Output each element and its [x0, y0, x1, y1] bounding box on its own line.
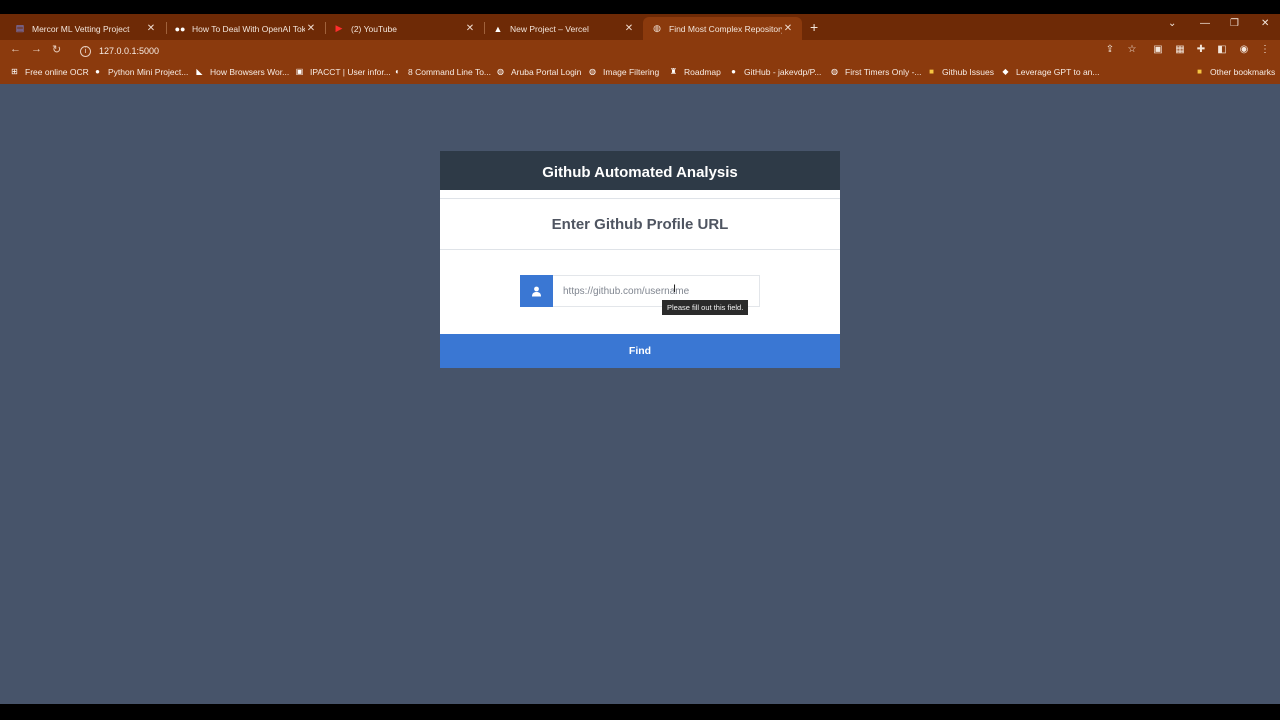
vercel-icon: ▲	[493, 23, 503, 34]
new-tab-button[interactable]: +	[810, 19, 818, 35]
globe-icon: ◍	[831, 67, 838, 76]
bookmark-label: Free online OCR	[25, 66, 89, 77]
close-icon[interactable]: ✕	[782, 23, 794, 34]
info-icon[interactable]: i	[80, 45, 91, 57]
bookmark-label: Python Mini Project...	[108, 66, 189, 77]
validation-tooltip: Please fill out this field.	[662, 300, 749, 315]
form-heading: Enter Github Profile URL	[440, 198, 840, 250]
bookmark-icon: ◆	[1002, 67, 1009, 76]
bookmark-label: IPACCT | User infor...	[310, 66, 391, 77]
bookmark-label: Aruba Portal Login	[511, 66, 582, 77]
tab-strip: ▤ Mercor ML Vetting Project ✕ ●● How To …	[0, 14, 1280, 40]
grid-icon: ⊞	[11, 67, 18, 76]
bookmark-label: Roadmap	[684, 66, 721, 77]
bookmark-icon: ◐	[395, 67, 400, 76]
puzzle-icon[interactable]: ✚	[1195, 44, 1207, 56]
tab-search-icon[interactable]: ⌄	[1168, 18, 1176, 29]
screen: ▤ Mercor ML Vetting Project ✕ ●● How To …	[0, 14, 1280, 704]
minimize-icon[interactable]: —	[1200, 18, 1210, 29]
github-icon: ●	[95, 67, 100, 76]
share-icon[interactable]: ⇪	[1104, 44, 1116, 56]
close-icon[interactable]: ✕	[464, 23, 476, 34]
bookmark-icon: ♜	[669, 67, 678, 76]
sheets-icon: ▤	[15, 23, 25, 33]
bookmark-item[interactable]: ▣ IPACCT | User infor...	[294, 66, 391, 77]
bookmark-icon: ▣	[295, 67, 304, 76]
user-icon	[520, 275, 553, 307]
bookmark-label: GitHub - jakevdp/P...	[744, 66, 822, 77]
tab-label: Mercor ML Vetting Project	[32, 23, 130, 34]
bookmark-label: Github Issues	[942, 66, 994, 77]
bookmark-item[interactable]: ◍ Aruba Portal Login	[495, 66, 581, 77]
close-icon[interactable]: ✕	[623, 23, 635, 34]
tab-label: (2) YouTube	[351, 23, 397, 34]
tab-mercor[interactable]: ▤ Mercor ML Vetting Project ✕	[6, 17, 165, 40]
close-icon[interactable]: ✕	[305, 23, 317, 34]
bookmark-label: Image Filtering	[603, 66, 660, 77]
medium-icon: ●●	[174, 23, 186, 34]
forward-icon[interactable]: →	[31, 43, 42, 55]
other-bookmarks[interactable]: ■ Other bookmarks	[1194, 66, 1275, 77]
avatar[interactable]: ◉	[1238, 44, 1250, 56]
bookmark-item[interactable]: ⊞ Free online OCR	[9, 66, 89, 77]
tab-find-repository[interactable]: ◍ Find Most Complex Repository ✕	[643, 17, 802, 40]
extension-icon[interactable]: ▦	[1174, 44, 1186, 56]
tab-label: New Project – Vercel	[510, 23, 589, 34]
restore-icon[interactable]: ❐	[1230, 18, 1239, 29]
back-icon[interactable]: ←	[10, 43, 21, 55]
globe-icon: ◍	[589, 67, 596, 76]
analysis-card: Github Automated Analysis Enter Github P…	[440, 151, 840, 368]
find-button[interactable]: Find	[440, 334, 840, 368]
bookmark-item[interactable]: ◣ How Browsers Wor...	[194, 66, 289, 77]
youtube-icon: ▶	[335, 23, 343, 33]
browser-toolbar: ← → ↻ i 127.0.0.1:5000 ⇪ ☆ ▣ ▦ ✚ ◧ ◉ ⋮	[0, 40, 1280, 62]
folder-icon: ■	[1197, 67, 1202, 76]
bookmark-label: Other bookmarks	[1210, 66, 1276, 77]
bookmark-item[interactable]: ♜ Roadmap	[668, 66, 721, 77]
window-close-icon[interactable]: ✕	[1261, 18, 1269, 29]
bookmark-label: Leverage GPT to an...	[1016, 66, 1100, 77]
address-bar[interactable]: i 127.0.0.1:5000	[74, 42, 1150, 60]
tab-label: Find Most Complex Repository	[669, 23, 782, 34]
bookmark-item[interactable]: ◐ 8 Command Line To...	[392, 66, 491, 77]
bookmark-label: 8 Command Line To...	[408, 66, 491, 77]
bookmark-item[interactable]: ◍ First Timers Only -...	[829, 66, 922, 77]
page-title: Github Automated Analysis	[440, 151, 840, 190]
bookmark-item[interactable]: ● GitHub - jakevdp/P...	[728, 66, 821, 77]
tab-label: How To Deal With OpenAI Token	[192, 23, 305, 34]
globe-icon: ◍	[497, 67, 504, 76]
bookmark-item[interactable]: ■ Github Issues	[926, 66, 994, 77]
text-cursor-icon: I	[673, 283, 677, 295]
bookmark-item[interactable]: ● Python Mini Project...	[92, 66, 188, 77]
bookmark-label: How Browsers Wor...	[210, 66, 290, 77]
bookmark-item[interactable]: ◍ Image Filtering	[587, 66, 659, 77]
tab-openai-token[interactable]: ●● How To Deal With OpenAI Token ✕	[166, 17, 325, 40]
bookmark-item[interactable]: ◆ Leverage GPT to an...	[1000, 66, 1099, 77]
menu-icon[interactable]: ⋮	[1259, 44, 1271, 56]
bookmarks-bar: ⊞ Free online OCR ● Python Mini Project.…	[0, 62, 1280, 84]
globe-icon: ◍	[653, 23, 661, 33]
tab-vercel[interactable]: ▲ New Project – Vercel ✕	[484, 17, 643, 40]
tab-youtube[interactable]: ▶ (2) YouTube ✕	[325, 17, 484, 40]
extension-icon[interactable]: ▣	[1152, 44, 1164, 56]
folder-icon: ■	[929, 67, 934, 76]
github-icon: ●	[731, 67, 736, 76]
address-text: 127.0.0.1:5000	[99, 46, 160, 56]
bookmark-label: First Timers Only -...	[845, 66, 922, 77]
bookmark-icon: ◣	[196, 67, 203, 76]
side-panel-icon[interactable]: ◧	[1216, 44, 1228, 56]
star-icon[interactable]: ☆	[1126, 44, 1138, 56]
reload-icon[interactable]: ↻	[52, 43, 61, 56]
close-icon[interactable]: ✕	[145, 23, 157, 34]
